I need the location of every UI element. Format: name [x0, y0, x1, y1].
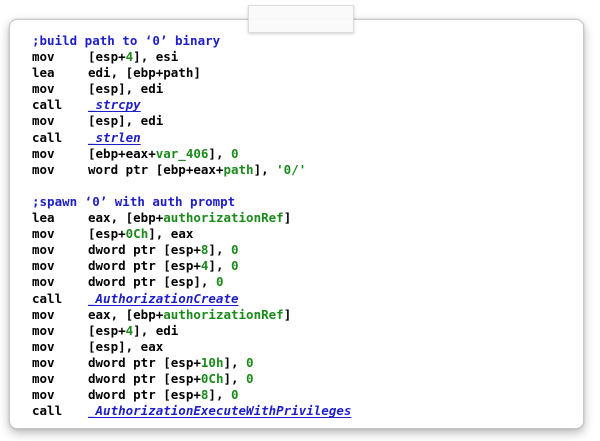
instruction-line: mov [esp+0Ch], eax: [32, 226, 351, 242]
operand-text: ]: [283, 210, 292, 226]
instruction-line: mov [esp], edi: [32, 113, 351, 129]
instruction-mnemonic: mov: [32, 322, 55, 338]
operand-text: ], eax: [148, 226, 194, 242]
screenshot-page: ;build path to ‘0’ binary mov [esp+4], esi…: [0, 0, 600, 441]
instruction-mnemonic: mov: [32, 161, 55, 177]
numeric-literal: 0: [246, 354, 254, 370]
variable-name: path: [223, 161, 254, 177]
numeric-literal: 0: [231, 242, 239, 258]
instruction-line: mov dword ptr [esp+4], 0: [32, 258, 351, 274]
tape-strip: [248, 5, 354, 33]
function-name[interactable]: _AuthorizationExecuteWithPrivileges: [88, 403, 351, 418]
operand-text: [ebp+eax+: [88, 145, 156, 161]
numeric-literal: 0Ch: [200, 370, 224, 386]
operand-text: dword ptr [esp+: [88, 370, 201, 386]
numeric-literal: 0: [215, 274, 224, 290]
operand-text: [esp], edi: [88, 81, 164, 97]
operand-text: ], edi: [133, 322, 179, 338]
operand-text: ], esi: [133, 49, 179, 65]
operand-text: ],: [208, 242, 231, 258]
instruction-line: mov dword ptr [esp+8], 0: [32, 387, 351, 403]
instruction-line: call _AuthorizationCreate: [32, 291, 351, 307]
operand-text: ],: [208, 387, 231, 403]
instruction-mnemonic: mov: [32, 113, 55, 129]
operand-text: ]: [283, 306, 292, 322]
operand-text: word ptr [ebp+eax+: [88, 161, 224, 177]
instruction-line: call _strcpy: [32, 97, 351, 113]
operand-text: edi, [ebp+path]: [88, 65, 201, 81]
instruction-line: mov [esp], eax: [32, 339, 351, 355]
numeric-literal: 0Ch: [125, 226, 149, 242]
variable-name: var_406: [155, 145, 209, 161]
operand-text: ],: [208, 145, 231, 161]
instruction-mnemonic: call: [32, 97, 63, 113]
operand-text: eax, [ebp+: [88, 210, 164, 226]
code-card: ;build path to ‘0’ binary mov [esp+4], esi…: [9, 19, 584, 429]
instruction-mnemonic: lea: [32, 65, 55, 81]
instruction-mnemonic: mov: [32, 306, 55, 322]
instruction-line: mov dword ptr [esp+10h], 0: [32, 355, 351, 371]
code-comment: ;spawn ‘0’ with auth prompt: [32, 193, 236, 209]
operand-text: dword ptr [esp+: [88, 354, 201, 370]
instruction-mnemonic: mov: [32, 387, 55, 403]
instruction-line: mov [ebp+eax+var_406], 0: [32, 146, 351, 162]
instruction-mnemonic: mov: [32, 226, 55, 242]
operand-text: dword ptr [esp+: [88, 242, 201, 258]
instruction-mnemonic: mov: [32, 338, 55, 354]
instruction-line: mov dword ptr [esp+8], 0: [32, 242, 351, 258]
operand-text: [esp], edi: [88, 113, 164, 129]
instruction-mnemonic: mov: [32, 274, 55, 290]
instruction-line: mov dword ptr [esp+0Ch], 0: [32, 371, 351, 387]
variable-name: authorizationRef: [163, 210, 284, 226]
instruction-line: mov [esp+4], edi: [32, 323, 351, 339]
operand-text: ],: [223, 370, 247, 386]
instruction-line: call _AuthorizationExecuteWithPrivileges: [32, 403, 351, 419]
variable-name: authorizationRef: [163, 306, 284, 322]
instruction-line: mov eax, [ebp+authorizationRef]: [32, 307, 351, 323]
operand-text: dword ptr [esp],: [88, 274, 216, 290]
numeric-literal: 10h: [200, 354, 224, 370]
numeric-literal: 0: [231, 145, 239, 161]
instruction-line: mov dword ptr [esp], 0: [32, 274, 351, 290]
instruction-line: mov word ptr [ebp+eax+path], '0/': [32, 162, 351, 178]
function-name[interactable]: _AuthorizationCreate: [88, 291, 239, 306]
operand-text: eax, [ebp+: [88, 306, 164, 322]
instruction-mnemonic: call: [32, 403, 63, 419]
instruction-mnemonic: mov: [32, 370, 55, 386]
instruction-mnemonic: mov: [32, 242, 55, 258]
string-literal: '0/': [276, 161, 307, 177]
operand-text: dword ptr [esp+: [88, 387, 201, 403]
operand-text: [esp+: [88, 322, 126, 338]
instruction-line: mov [esp], edi: [32, 81, 351, 97]
function-name[interactable]: _strlen: [88, 130, 141, 145]
operand-text: ],: [223, 354, 247, 370]
disassembly-listing: ;build path to ‘0’ binary mov [esp+4], esi…: [32, 33, 351, 419]
numeric-literal: 0: [231, 387, 239, 403]
code-comment: ;build path to ‘0’ binary: [32, 33, 221, 48]
instruction-mnemonic: mov: [32, 81, 55, 97]
operand-text: [esp+: [88, 49, 126, 65]
instruction-mnemonic: mov: [32, 354, 55, 370]
operand-text: [esp+: [88, 226, 126, 242]
instruction-mnemonic: call: [32, 129, 63, 145]
instruction-line: lea eax, [ebp+authorizationRef]: [32, 210, 351, 226]
instruction-mnemonic: mov: [32, 49, 55, 65]
operand-text: ],: [208, 258, 231, 274]
operand-text: [esp], eax: [88, 338, 164, 354]
operand-text: ],: [253, 161, 277, 177]
function-name[interactable]: _strcpy: [88, 97, 141, 112]
instruction-mnemonic: mov: [32, 258, 55, 274]
operand-text: dword ptr [esp+: [88, 258, 201, 274]
instruction-mnemonic: call: [32, 290, 63, 306]
numeric-literal: 0: [246, 370, 254, 386]
instruction-line: call _strlen: [32, 130, 351, 146]
instruction-mnemonic: mov: [32, 145, 55, 161]
instruction-mnemonic: lea: [32, 210, 55, 226]
instruction-line: lea edi, [ebp+path]: [32, 65, 351, 81]
numeric-literal: 0: [231, 258, 239, 274]
instruction-line: mov [esp+4], esi: [32, 49, 351, 65]
